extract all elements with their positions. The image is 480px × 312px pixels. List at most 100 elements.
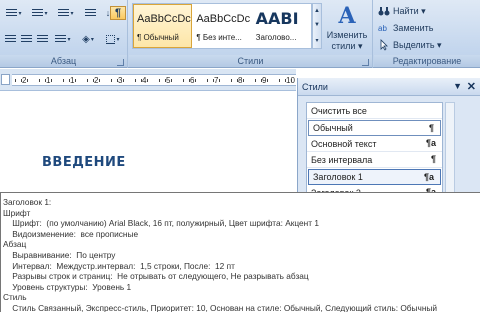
ruler-tick [117,79,118,82]
ruler-number: 7 [214,76,219,85]
ruler-tick [219,79,220,82]
style-sample: AABI [255,9,299,28]
shading-button[interactable]: ◈ ▾ [76,32,100,46]
tooltip-line: Интервал: Междустр.интервал: 1,5 строки,… [3,260,235,271]
document-page[interactable]: ВВЕДЕНИЕ [0,92,296,192]
ruler-tick [69,79,70,82]
svg-text:ab: ab [378,24,387,33]
styles-group-label: Стили [129,55,372,67]
select-label: Выделить ▾ [393,39,442,50]
close-icon[interactable]: ✕ [467,80,476,93]
paint-bucket-icon: ◈ [82,33,90,45]
ruler-tick [261,79,262,82]
justify-button[interactable] [34,32,50,46]
ruler-number: 5 [166,76,171,85]
style-name: ¶ Без инте... [196,33,242,42]
ruler-tick [195,79,196,82]
ruler-tick [75,79,76,82]
multilevel-list-button[interactable]: ▾ [54,6,78,20]
align-center-button[interactable] [18,32,34,46]
gallery-more-icon[interactable]: ▾ [315,37,318,44]
replace-button[interactable]: ab Заменить [378,21,433,35]
horizontal-ruler[interactable]: 2112345678910 [0,69,296,91]
style-item-body-text[interactable]: Основной текст ¶a [307,136,442,152]
quick-styles-gallery: AaBbCcDc ¶ Обычный AaBbCcDc ¶ Без инте..… [132,3,312,49]
ruler-tick [111,79,112,82]
ruler-tick [147,79,148,82]
align-center-icon [20,34,32,44]
align-left-button[interactable] [2,32,18,46]
paragraph-group-label: Абзац [0,55,127,67]
select-button[interactable]: Выделить ▾ [378,38,442,52]
style-item-no-spacing[interactable]: Без интервала ¶ [307,152,442,168]
style-item-normal[interactable]: Обычный ¶ [308,120,441,136]
tooltip-line: Шрифт [3,207,31,218]
ruler-tick [135,79,136,82]
ruler-tick [93,79,94,82]
cursor-arrow-icon [378,39,390,51]
style-item-label: Основной текст [311,138,377,149]
ruler-tick [291,79,292,82]
tab-selector[interactable] [1,74,10,85]
ruler-tick [27,79,28,82]
ruler-tick [183,79,184,82]
chevron-down-icon: ▾ [67,36,71,43]
show-formatting-marks-button[interactable]: ¶ [110,6,126,20]
borders-icon [106,34,116,44]
line-spacing-button[interactable]: ▾ [52,32,74,46]
styles-pane-header: Стили ▼ ✕ [298,78,480,96]
ruler-number: 8 [238,76,243,85]
ruler-tick [87,79,88,82]
chevron-down-icon: ▾ [116,36,120,43]
ruler-number: 4 [142,76,147,85]
binoculars-icon [378,5,390,17]
tooltip-line: Шрифт: (по умолчанию) Arial Black, 16 пт… [3,218,319,229]
tooltip-line: Заголовок 1: [3,197,52,207]
gallery-scroll[interactable]: ▲ ▼ ▾ [312,3,322,49]
chevron-down-icon: ▾ [44,10,48,17]
tooltip-line: Стиль Связанный, Экспресс-стиль, Приорит… [3,302,438,312]
ruler-tick [63,79,64,82]
line-spacing-icon [55,34,67,44]
chevron-down-icon: ▾ [70,10,74,17]
pilcrow-icon: ¶ [114,7,122,19]
multilevel-list-icon [58,8,70,18]
style-item-heading-1[interactable]: Заголовок 1 ¶a [308,169,441,185]
justify-icon [36,34,48,44]
styles-dialog-launcher-icon[interactable] [362,59,369,66]
chevron-down-icon: ▾ [18,10,22,17]
change-styles-button[interactable]: A Изменить стили ▾ [323,2,371,52]
chevron-down-icon: ▾ [90,36,94,43]
tooltip-line: Видоизменение: все прописные [3,228,139,239]
style-item-clear-all[interactable]: Очистить все [307,103,442,119]
numbering-button[interactable]: ▾ [28,6,52,20]
editing-group: Найти ▾ ab Заменить Выделить ▾ Редактиро… [374,0,480,68]
ruler-strip: 2112345678910 [12,74,296,86]
indent-decrease-button[interactable] [82,6,98,20]
bullets-icon [6,8,18,18]
pane-menu-icon[interactable]: ▼ [453,81,462,91]
style-item-label: Без интервала [311,154,373,165]
ruler-tick [159,79,160,82]
ruler-tick [255,79,256,82]
ruler-number: 1 [70,76,75,85]
numbering-icon [32,8,44,18]
paragraph-style-icon: ¶ [430,154,436,164]
ruler-tick [237,79,238,82]
quick-style-heading-1[interactable]: AABI Заголово... [252,4,311,48]
bullets-button[interactable]: ▾ [2,6,26,20]
quick-style-normal[interactable]: AaBbCcDc ¶ Обычный [133,4,193,48]
styles-pane-scrollbar[interactable] [445,102,455,202]
document-heading: ВВЕДЕНИЕ [42,155,126,170]
scroll-up-icon[interactable]: ▲ [314,8,320,14]
ruler-number: 2 [22,76,27,85]
borders-button[interactable]: ▾ [102,32,124,46]
find-button[interactable]: Найти ▾ [378,4,426,18]
ruler-tick [99,79,100,82]
paragraph-dialog-launcher-icon[interactable] [117,59,124,66]
style-name: Заголово... [255,33,297,42]
quick-style-no-spacing[interactable]: AaBbCcDc ¶ Без инте... [192,4,251,48]
scroll-down-icon[interactable]: ▼ [314,22,320,28]
ribbon: ▾ ▾ ▾ ↓ ¶ ▾ ◈ ▾ ▾ Абзац AaBbCcDc ¶ Обычн… [0,0,480,68]
linked-style-icon: ¶a [425,138,436,148]
